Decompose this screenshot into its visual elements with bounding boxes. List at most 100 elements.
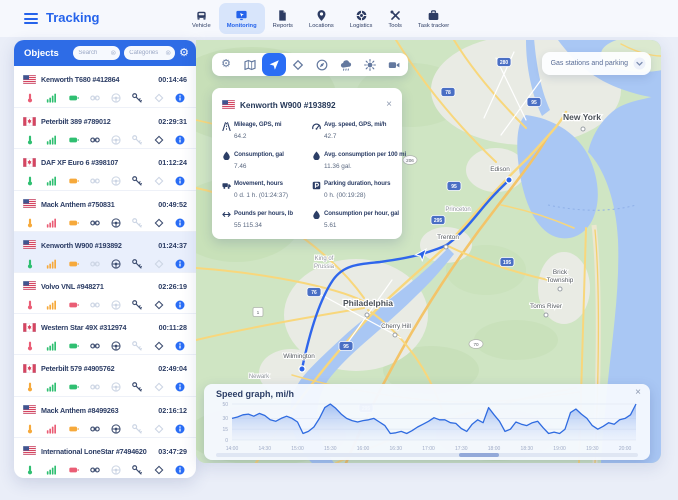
tab-monitoring[interactable]: Monitoring bbox=[219, 3, 265, 34]
us-flag-icon bbox=[222, 100, 235, 109]
vehicle-row[interactable]: DAF XF Euro 6 #398107 01:12:24 bbox=[14, 148, 196, 189]
chart-scrollbar-thumb[interactable] bbox=[459, 453, 499, 457]
sun-icon bbox=[364, 59, 376, 71]
tools-icon bbox=[389, 9, 402, 22]
main-nav: Vehicle Monitoring Reports Locations Log… bbox=[184, 0, 457, 37]
info-icon[interactable] bbox=[175, 259, 185, 269]
key-icon bbox=[132, 382, 142, 392]
vehicle-row[interactable]: Volvo VNL #948271 02:26:19 bbox=[14, 272, 196, 313]
battery-icon bbox=[69, 382, 79, 392]
settings-gear-icon[interactable]: ⚙ bbox=[179, 48, 189, 59]
tab-label: Logistics bbox=[350, 23, 373, 29]
camera-icon bbox=[388, 59, 400, 71]
vehicle-row[interactable]: Peterbilt 389 #789012 02:29:31 bbox=[14, 107, 196, 148]
vehicle-row[interactable]: Western Star 49X #312974 00:11:28 bbox=[14, 313, 196, 354]
battery-icon bbox=[69, 135, 79, 145]
app-header: Tracking Vehicle Monitoring Reports Loca… bbox=[0, 0, 678, 37]
steering-wheel-icon bbox=[111, 93, 121, 103]
tab-locations[interactable]: Locations bbox=[301, 3, 342, 34]
gas-stations-dropdown[interactable]: Gas stations and parking bbox=[542, 52, 651, 75]
thermometer-icon bbox=[25, 135, 35, 145]
info-icon[interactable] bbox=[175, 424, 185, 434]
map-tool-diamond-button[interactable] bbox=[286, 53, 310, 76]
svg-text:17:00: 17:00 bbox=[422, 446, 435, 452]
stat-cell: Avg. consumption per 100 mi 11.36 gal. bbox=[312, 151, 406, 181]
categories-clear-icon[interactable]: ⊗ bbox=[165, 50, 171, 57]
tab-tools[interactable]: Tools bbox=[380, 3, 410, 34]
key-icon bbox=[132, 93, 142, 103]
thermometer-icon bbox=[25, 218, 35, 228]
svg-text:20:00: 20:00 bbox=[619, 446, 632, 452]
info-icon[interactable] bbox=[175, 176, 185, 186]
speed-chart: 015305014:0014:3015:0015:3016:0016:3017:… bbox=[212, 400, 642, 452]
search-clear-icon[interactable]: ⊗ bbox=[110, 50, 116, 57]
tab-tasks[interactable]: Task tracker bbox=[410, 3, 457, 34]
position-icon bbox=[154, 218, 164, 228]
map-tool-location-arrow-button[interactable] bbox=[262, 53, 286, 76]
map[interactable]: 2809578952951959576295202206170 New York… bbox=[196, 40, 661, 463]
battery-icon bbox=[69, 93, 79, 103]
monitor-icon bbox=[235, 9, 248, 22]
speed-graph-panel: Speed graph, mi/h × 015305014:0014:3015:… bbox=[204, 384, 650, 460]
info-icon[interactable] bbox=[175, 135, 185, 145]
menu-icon[interactable] bbox=[24, 13, 38, 24]
svg-text:0: 0 bbox=[225, 438, 228, 444]
objects-title: Objects bbox=[24, 48, 59, 59]
stat-cell: Consumption, gal 7.46 bbox=[222, 151, 306, 181]
map-tool-sun-button[interactable] bbox=[358, 53, 382, 76]
vehicle-row[interactable]: International LoneStar #7494620 03:47:29 bbox=[14, 437, 196, 478]
tab-label: Reports bbox=[273, 23, 293, 29]
svg-text:95: 95 bbox=[531, 100, 537, 106]
graph-close-button[interactable]: × bbox=[635, 388, 641, 398]
country-flag bbox=[222, 96, 235, 114]
info-icon[interactable] bbox=[175, 382, 185, 392]
map-tool-gear-button[interactable]: ⚙ bbox=[214, 53, 238, 76]
info-icon[interactable] bbox=[175, 465, 185, 475]
map-tool-cloud-button[interactable] bbox=[334, 53, 358, 76]
thermometer-icon bbox=[25, 300, 35, 310]
tab-reports[interactable]: Reports bbox=[265, 3, 301, 34]
card-close-button[interactable]: × bbox=[386, 100, 392, 110]
search-input[interactable] bbox=[78, 50, 110, 56]
info-icon[interactable] bbox=[175, 218, 185, 228]
info-icon[interactable] bbox=[175, 341, 185, 351]
steering-wheel-icon bbox=[111, 218, 121, 228]
vehicle-row[interactable]: Kenworth T680 #412864 00:14:46 bbox=[14, 66, 196, 107]
signal-icon bbox=[46, 300, 57, 310]
city-label: Toms River bbox=[530, 303, 563, 310]
position-icon bbox=[154, 300, 164, 310]
us-flag-icon bbox=[23, 446, 36, 455]
thermometer-icon bbox=[25, 93, 35, 103]
link-icon bbox=[90, 382, 100, 392]
vehicle-name: Mack Anthem #750831 bbox=[41, 200, 154, 209]
info-icon[interactable] bbox=[175, 300, 185, 310]
key-icon bbox=[132, 176, 142, 186]
vehicle-card-title: Kenworth W900 #193892 bbox=[240, 101, 381, 110]
vehicle-row[interactable]: Peterbilt 579 #4905762 02:49:04 bbox=[14, 354, 196, 395]
key-icon bbox=[132, 259, 142, 269]
svg-text:19:30: 19:30 bbox=[586, 446, 599, 452]
chart-scrollbar[interactable] bbox=[216, 453, 638, 457]
tab-vehicle[interactable]: Vehicle bbox=[184, 3, 219, 34]
vehicle-name: Western Star 49X #312974 bbox=[41, 323, 155, 332]
svg-text:17:30: 17:30 bbox=[455, 446, 468, 452]
vehicle-row[interactable]: Mack Anthem #8499263 02:16:12 bbox=[14, 396, 196, 437]
tab-logistics[interactable]: Logistics bbox=[342, 3, 381, 34]
map-tool-camera-button[interactable] bbox=[382, 53, 406, 76]
svg-text:295: 295 bbox=[434, 218, 443, 224]
key-icon bbox=[132, 218, 142, 228]
city-label: Philadelphia bbox=[343, 298, 393, 308]
link-icon bbox=[90, 176, 100, 186]
vehicle-row[interactable]: Kenworth W900 #193892 01:24:37 bbox=[14, 231, 196, 272]
categories-input[interactable] bbox=[129, 50, 165, 56]
vehicle-row[interactable]: Mack Anthem #750831 00:49:52 bbox=[14, 190, 196, 231]
info-icon bbox=[175, 300, 185, 310]
tracking-time: 02:49:04 bbox=[158, 364, 187, 373]
battery-icon bbox=[69, 218, 79, 228]
map-tool-map-button[interactable] bbox=[238, 53, 262, 76]
position-icon bbox=[154, 259, 164, 269]
svg-text:78: 78 bbox=[445, 90, 451, 96]
link-icon bbox=[90, 465, 100, 475]
map-tool-compass-button[interactable] bbox=[310, 53, 334, 76]
info-icon[interactable] bbox=[175, 93, 185, 103]
